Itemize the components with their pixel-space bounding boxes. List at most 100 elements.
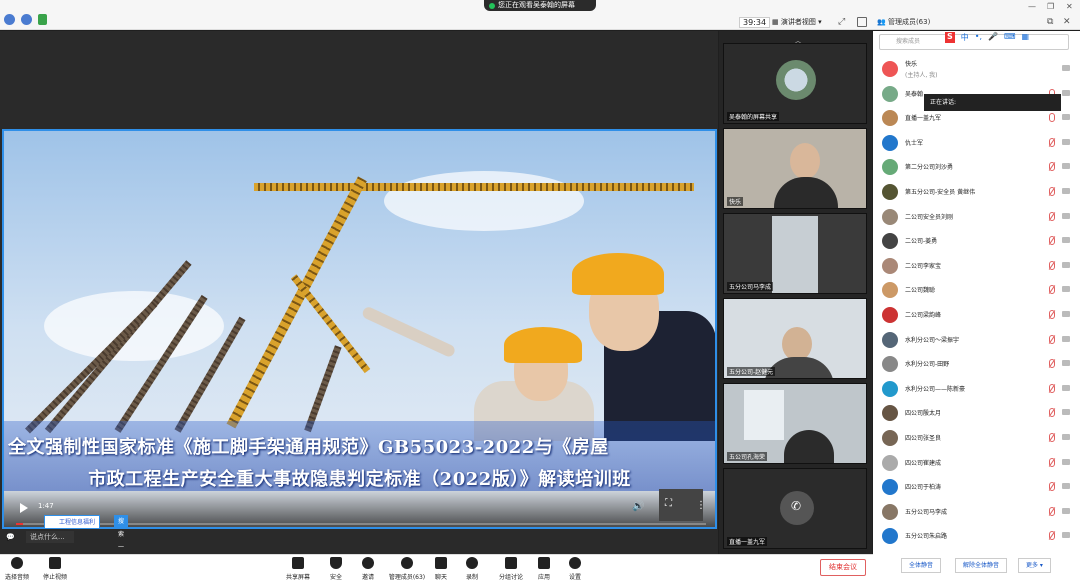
panel-close-icon[interactable]: ✕ (1063, 17, 1071, 27)
participant-row[interactable]: 二公司安全员刘刚 (873, 205, 1080, 230)
camera-icon[interactable] (1062, 532, 1070, 539)
ime-keyboard-icon[interactable]: ⌨ (1004, 32, 1016, 43)
mic-muted-icon[interactable] (1049, 359, 1055, 369)
camera-icon[interactable] (1062, 114, 1070, 121)
camera-icon[interactable] (1062, 286, 1070, 293)
mic-muted-icon[interactable] (1049, 211, 1055, 221)
camera-icon[interactable] (1062, 237, 1070, 244)
camera-icon[interactable] (1062, 310, 1070, 317)
security-button[interactable]: 安全 (319, 557, 353, 581)
popout-icon[interactable]: ⧉ (1047, 17, 1053, 27)
ime-grid-icon[interactable]: ▦ (1022, 32, 1030, 43)
mic-muted-icon[interactable] (1049, 162, 1055, 172)
play-icon[interactable] (20, 503, 28, 513)
mic-muted-icon[interactable] (1049, 137, 1055, 147)
participant-row[interactable]: 四公司崔建成 (873, 451, 1080, 476)
mic-muted-icon[interactable] (1049, 236, 1055, 246)
participant-row[interactable]: 水利分公司～梁振宇 (873, 328, 1080, 353)
search-popup[interactable]: 工程信息福利 搜索一下 (44, 515, 129, 564)
ime-punct-icon[interactable]: •, (975, 32, 982, 43)
search-popup-button[interactable]: 搜索一下 (114, 515, 129, 564)
participant-row[interactable]: 二公司李家宝 (873, 254, 1080, 279)
participant-row[interactable]: 第五分公司-安全员 黄继伟 (873, 180, 1080, 205)
participant-row[interactable]: 四公司张圣良 (873, 426, 1080, 451)
share-screen-button[interactable]: 共享屏幕 (281, 557, 315, 581)
apps-button[interactable]: 应用 (527, 557, 561, 581)
participant-row[interactable]: 二公司魏聪 (873, 278, 1080, 303)
sidebar-toggle-icon[interactable] (857, 17, 867, 27)
video-button[interactable]: 停止视频 (38, 557, 72, 581)
volume-icon[interactable]: 🔊 (632, 501, 644, 512)
audio-button[interactable]: 选择音频 (0, 557, 34, 581)
shield-icon[interactable] (21, 14, 32, 25)
invite-button[interactable]: 邀请 (351, 557, 385, 581)
thumbnail-tile[interactable]: 五公司孔海荣 (723, 383, 867, 464)
view-mode-dropdown[interactable]: ▦ 演讲者视图 ▾ (772, 17, 822, 28)
participant-row[interactable]: 五分公司马李成 (873, 500, 1080, 525)
participant-row[interactable]: 快乐 (主持人, 我) (873, 57, 1080, 82)
participant-row[interactable]: 四公司殷太月 (873, 401, 1080, 426)
thumbnail-tile[interactable]: 五分公司马李成 (723, 213, 867, 294)
mic-muted-icon[interactable] (1049, 506, 1055, 516)
mic-muted-icon[interactable] (1049, 482, 1055, 492)
camera-icon[interactable] (1062, 261, 1070, 268)
camera-icon[interactable] (1062, 335, 1070, 342)
chat-button[interactable]: 聊天 (424, 557, 458, 581)
mic-icon[interactable] (1049, 113, 1055, 123)
record-button[interactable]: 录制 (455, 557, 489, 581)
ime-chinese-icon[interactable]: 中 (961, 32, 969, 43)
camera-icon[interactable] (1062, 65, 1070, 71)
close-icon[interactable]: ✕ (1066, 2, 1073, 11)
mic-muted-icon[interactable] (1049, 457, 1055, 467)
mic-muted-icon[interactable] (1049, 186, 1055, 196)
camera-icon[interactable] (1062, 409, 1070, 416)
mic-muted-icon[interactable] (1049, 334, 1055, 344)
sogou-icon[interactable]: S (945, 32, 955, 43)
unmute-all-button[interactable]: 解除全体静音 (955, 558, 1008, 573)
minimize-icon[interactable]: — (1028, 2, 1036, 11)
participant-row[interactable]: 二公司梁韵峰 (873, 303, 1080, 328)
participant-row[interactable]: 仇士军 (873, 131, 1080, 156)
mic-muted-icon[interactable] (1049, 432, 1055, 442)
screen-share-notice[interactable]: 您正在观看吴泰翰的屏幕 (484, 0, 596, 11)
settings-button[interactable]: 设置 (558, 557, 592, 581)
thumbnail-tile[interactable]: 快乐 (723, 128, 867, 209)
camera-icon[interactable] (1062, 212, 1070, 219)
camera-icon[interactable] (1062, 433, 1070, 440)
mic-muted-icon[interactable] (1049, 383, 1055, 393)
mic-muted-icon[interactable] (1049, 260, 1055, 270)
participant-row[interactable]: 第二分公司刘沙勇 (873, 155, 1080, 180)
thumbnail-tile[interactable]: 五分公司-赵健元 (723, 298, 867, 379)
camera-icon[interactable] (1062, 483, 1070, 490)
mic-muted-icon[interactable] (1049, 408, 1055, 418)
maximize-icon[interactable]: ❐ (1047, 2, 1054, 11)
camera-icon[interactable] (1062, 458, 1070, 465)
mic-muted-icon[interactable] (1049, 531, 1055, 541)
fullscreen-icon[interactable]: ⤢ (838, 17, 845, 27)
mute-all-button[interactable]: 全体静音 (901, 558, 942, 573)
manage-members-button[interactable]: 管理成员(63) (387, 557, 427, 581)
camera-icon[interactable] (1062, 187, 1070, 194)
camera-icon[interactable] (1062, 89, 1070, 96)
participant-row[interactable]: 水利分公司-田野 (873, 352, 1080, 377)
participant-row[interactable]: 二公司-姜勇 (873, 229, 1080, 254)
end-meeting-button[interactable]: 结束会议 (820, 559, 866, 576)
thumbnail-tile[interactable]: ✆ 直播一盖九军 (723, 468, 867, 549)
camera-icon[interactable] (1062, 507, 1070, 514)
ime-voice-icon[interactable]: 🎤 (988, 32, 998, 43)
participant-row[interactable]: 五分公司朱启路 (873, 524, 1080, 549)
more-button[interactable]: 更多 ▾ (1018, 558, 1051, 573)
more-options-icon[interactable]: ⋮ (696, 500, 706, 511)
info-icon[interactable] (4, 14, 15, 25)
camera-icon[interactable] (1062, 138, 1070, 145)
mic-muted-icon[interactable] (1049, 285, 1055, 295)
camera-icon[interactable] (1062, 163, 1070, 170)
thumbnail-tile[interactable]: 吴泰翰的屏幕共享 (723, 43, 867, 124)
participant-row[interactable]: 四公司于柏涛 (873, 475, 1080, 500)
participant-row[interactable]: 水利分公司——陈新豪 (873, 377, 1080, 402)
camera-icon[interactable] (1062, 384, 1070, 391)
mic-muted-icon[interactable] (1049, 309, 1055, 319)
camera-icon[interactable] (1062, 360, 1070, 367)
breakout-button[interactable]: 分组讨论 (494, 557, 528, 581)
chat-input[interactable]: 说点什么... (26, 531, 74, 543)
